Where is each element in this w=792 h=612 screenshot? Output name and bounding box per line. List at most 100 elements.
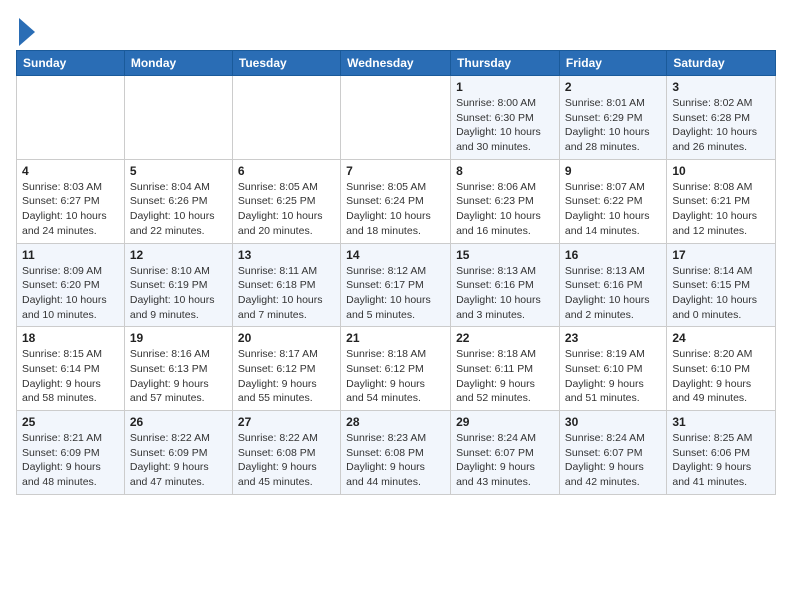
cell-content: Sunrise: 8:02 AM Sunset: 6:28 PM Dayligh… <box>672 96 770 155</box>
calendar-cell: 15 Sunrise: 8:13 AM Sunset: 6:16 PM Dayli… <box>451 243 560 327</box>
calendar-cell: 17 Sunrise: 8:14 AM Sunset: 6:15 PM Dayli… <box>667 243 776 327</box>
cell-content: Sunrise: 8:01 AM Sunset: 6:29 PM Dayligh… <box>565 96 661 155</box>
cell-content: Sunrise: 8:13 AM Sunset: 6:16 PM Dayligh… <box>565 264 661 323</box>
calendar-cell: 23 Sunrise: 8:19 AM Sunset: 6:10 PM Dayli… <box>559 327 666 411</box>
day-number: 2 <box>565 80 661 94</box>
cell-content: Sunrise: 8:13 AM Sunset: 6:16 PM Dayligh… <box>456 264 554 323</box>
calendar-cell <box>232 76 340 160</box>
calendar-cell: 29 Sunrise: 8:24 AM Sunset: 6:07 PM Dayli… <box>451 411 560 495</box>
calendar-cell: 1 Sunrise: 8:00 AM Sunset: 6:30 PM Daylig… <box>451 76 560 160</box>
cell-content: Sunrise: 8:08 AM Sunset: 6:21 PM Dayligh… <box>672 180 770 239</box>
day-number: 26 <box>130 415 227 429</box>
day-number: 24 <box>672 331 770 345</box>
calendar-cell: 28 Sunrise: 8:23 AM Sunset: 6:08 PM Dayli… <box>341 411 451 495</box>
cell-content: Sunrise: 8:09 AM Sunset: 6:20 PM Dayligh… <box>22 264 119 323</box>
day-number: 4 <box>22 164 119 178</box>
day-number: 1 <box>456 80 554 94</box>
calendar-cell: 8 Sunrise: 8:06 AM Sunset: 6:23 PM Daylig… <box>451 159 560 243</box>
calendar-cell: 4 Sunrise: 8:03 AM Sunset: 6:27 PM Daylig… <box>17 159 125 243</box>
calendar-cell: 31 Sunrise: 8:25 AM Sunset: 6:06 PM Dayli… <box>667 411 776 495</box>
day-number: 6 <box>238 164 335 178</box>
calendar-cell: 2 Sunrise: 8:01 AM Sunset: 6:29 PM Daylig… <box>559 76 666 160</box>
calendar-cell <box>341 76 451 160</box>
cell-content: Sunrise: 8:18 AM Sunset: 6:11 PM Dayligh… <box>456 347 554 406</box>
calendar-cell: 27 Sunrise: 8:22 AM Sunset: 6:08 PM Dayli… <box>232 411 340 495</box>
day-number: 21 <box>346 331 445 345</box>
cell-content: Sunrise: 8:05 AM Sunset: 6:24 PM Dayligh… <box>346 180 445 239</box>
day-number: 7 <box>346 164 445 178</box>
day-number: 28 <box>346 415 445 429</box>
cell-content: Sunrise: 8:16 AM Sunset: 6:13 PM Dayligh… <box>130 347 227 406</box>
day-number: 19 <box>130 331 227 345</box>
cell-content: Sunrise: 8:00 AM Sunset: 6:30 PM Dayligh… <box>456 96 554 155</box>
cell-content: Sunrise: 8:07 AM Sunset: 6:22 PM Dayligh… <box>565 180 661 239</box>
day-number: 13 <box>238 248 335 262</box>
calendar-cell: 19 Sunrise: 8:16 AM Sunset: 6:13 PM Dayli… <box>124 327 232 411</box>
cell-content: Sunrise: 8:03 AM Sunset: 6:27 PM Dayligh… <box>22 180 119 239</box>
calendar-cell: 20 Sunrise: 8:17 AM Sunset: 6:12 PM Dayli… <box>232 327 340 411</box>
day-number: 30 <box>565 415 661 429</box>
calendar-cell: 25 Sunrise: 8:21 AM Sunset: 6:09 PM Dayli… <box>17 411 125 495</box>
day-header-sunday: Sunday <box>17 51 125 76</box>
day-number: 12 <box>130 248 227 262</box>
day-header-thursday: Thursday <box>451 51 560 76</box>
cell-content: Sunrise: 8:17 AM Sunset: 6:12 PM Dayligh… <box>238 347 335 406</box>
calendar-cell <box>124 76 232 160</box>
day-number: 9 <box>565 164 661 178</box>
day-header-wednesday: Wednesday <box>341 51 451 76</box>
day-number: 31 <box>672 415 770 429</box>
day-number: 10 <box>672 164 770 178</box>
day-number: 5 <box>130 164 227 178</box>
calendar-cell: 5Sunrise: 8:04 AM Sunset: 6:26 PM Daylig… <box>124 159 232 243</box>
calendar-cell: 7 Sunrise: 8:05 AM Sunset: 6:24 PM Daylig… <box>341 159 451 243</box>
day-number: 25 <box>22 415 119 429</box>
day-number: 20 <box>238 331 335 345</box>
logo-arrow-icon <box>19 18 35 46</box>
day-number: 15 <box>456 248 554 262</box>
cell-content: Sunrise: 8:11 AM Sunset: 6:18 PM Dayligh… <box>238 264 335 323</box>
cell-content: Sunrise: 8:19 AM Sunset: 6:10 PM Dayligh… <box>565 347 661 406</box>
calendar-cell: 6Sunrise: 8:05 AM Sunset: 6:25 PM Daylig… <box>232 159 340 243</box>
day-header-tuesday: Tuesday <box>232 51 340 76</box>
logo <box>16 16 35 46</box>
cell-content: Sunrise: 8:23 AM Sunset: 6:08 PM Dayligh… <box>346 431 445 490</box>
cell-content: Sunrise: 8:21 AM Sunset: 6:09 PM Dayligh… <box>22 431 119 490</box>
day-number: 17 <box>672 248 770 262</box>
calendar-cell: 12 Sunrise: 8:10 AM Sunset: 6:19 PM Dayli… <box>124 243 232 327</box>
cell-content: Sunrise: 8:22 AM Sunset: 6:08 PM Dayligh… <box>238 431 335 490</box>
cell-content: Sunrise: 8:24 AM Sunset: 6:07 PM Dayligh… <box>456 431 554 490</box>
day-number: 16 <box>565 248 661 262</box>
day-number: 8 <box>456 164 554 178</box>
calendar-table: SundayMondayTuesdayWednesdayThursdayFrid… <box>16 50 776 495</box>
calendar-cell: 13 Sunrise: 8:11 AM Sunset: 6:18 PM Dayli… <box>232 243 340 327</box>
cell-content: Sunrise: 8:14 AM Sunset: 6:15 PM Dayligh… <box>672 264 770 323</box>
calendar-cell: 26Sunrise: 8:22 AM Sunset: 6:09 PM Dayli… <box>124 411 232 495</box>
day-number: 29 <box>456 415 554 429</box>
day-number: 11 <box>22 248 119 262</box>
day-header-monday: Monday <box>124 51 232 76</box>
cell-content: Sunrise: 8:10 AM Sunset: 6:19 PM Dayligh… <box>130 264 227 323</box>
calendar-cell: 22Sunrise: 8:18 AM Sunset: 6:11 PM Dayli… <box>451 327 560 411</box>
page-header <box>16 16 776 46</box>
day-number: 23 <box>565 331 661 345</box>
calendar-cell: 11 Sunrise: 8:09 AM Sunset: 6:20 PM Dayli… <box>17 243 125 327</box>
cell-content: Sunrise: 8:24 AM Sunset: 6:07 PM Dayligh… <box>565 431 661 490</box>
cell-content: Sunrise: 8:18 AM Sunset: 6:12 PM Dayligh… <box>346 347 445 406</box>
calendar-cell <box>17 76 125 160</box>
calendar-cell: 18 Sunrise: 8:15 AM Sunset: 6:14 PM Dayli… <box>17 327 125 411</box>
cell-content: Sunrise: 8:06 AM Sunset: 6:23 PM Dayligh… <box>456 180 554 239</box>
cell-content: Sunrise: 8:25 AM Sunset: 6:06 PM Dayligh… <box>672 431 770 490</box>
day-number: 14 <box>346 248 445 262</box>
day-number: 27 <box>238 415 335 429</box>
calendar-cell: 10 Sunrise: 8:08 AM Sunset: 6:21 PM Dayli… <box>667 159 776 243</box>
day-number: 18 <box>22 331 119 345</box>
day-header-friday: Friday <box>559 51 666 76</box>
calendar-cell: 16 Sunrise: 8:13 AM Sunset: 6:16 PM Dayli… <box>559 243 666 327</box>
calendar-cell: 9 Sunrise: 8:07 AM Sunset: 6:22 PM Daylig… <box>559 159 666 243</box>
cell-content: Sunrise: 8:15 AM Sunset: 6:14 PM Dayligh… <box>22 347 119 406</box>
day-header-saturday: Saturday <box>667 51 776 76</box>
calendar-cell: 30 Sunrise: 8:24 AM Sunset: 6:07 PM Dayli… <box>559 411 666 495</box>
calendar-cell: 21 Sunrise: 8:18 AM Sunset: 6:12 PM Dayli… <box>341 327 451 411</box>
calendar-cell: 24Sunrise: 8:20 AM Sunset: 6:10 PM Dayli… <box>667 327 776 411</box>
calendar-cell: 14Sunrise: 8:12 AM Sunset: 6:17 PM Dayli… <box>341 243 451 327</box>
